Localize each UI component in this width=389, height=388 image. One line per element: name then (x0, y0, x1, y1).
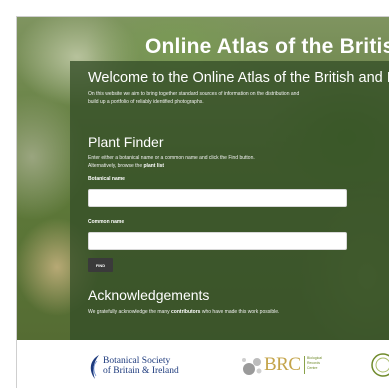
bsbi-name: Botanical Society of Britain & Ireland (103, 356, 179, 376)
welcome-intro-line-2: build up a portfolio of reliably identif… (88, 98, 204, 105)
browser-viewport: Online Atlas of the British Welcome to t… (16, 16, 389, 388)
botanical-name-label: Botanical name (88, 176, 125, 182)
bsbi-logo-link[interactable]: Botanical Society of Britain & Ireland (87, 354, 211, 384)
footer: Botanical Society of Britain & Ireland BR… (17, 340, 389, 388)
site-title: Online Atlas of the British (145, 35, 389, 58)
page-frame: Online Atlas of the British Welcome to t… (0, 0, 389, 388)
find-button[interactable]: FIND (88, 258, 113, 272)
acknowledgements-text: We gratefully acknowledge the many contr… (88, 309, 279, 315)
content-panel-inner: Welcome to the Online Atlas of the Briti… (88, 69, 389, 315)
acknowledgements-heading: Acknowledgements (88, 287, 210, 303)
plant-finder-hint-prefix: Alternatively, browse the (88, 162, 144, 169)
common-name-label: Common name (88, 219, 125, 225)
acknowledgements-prefix: We gratefully acknowledge the many (88, 309, 172, 315)
plant-finder-hint: Enter either a botanical name or a commo… (88, 155, 255, 170)
plant-finder-hint-line-1: Enter either a botanical name or a commo… (88, 155, 255, 161)
welcome-intro-line-1: On this website we aim to bring together… (88, 91, 300, 97)
brc-divider (304, 356, 305, 374)
welcome-intro: On this website we aim to bring together… (88, 91, 389, 106)
content-panel: Welcome to the Online Atlas of the Briti… (70, 61, 389, 344)
brc-subtitle: Biological Records Centre (307, 356, 322, 370)
botanical-name-input[interactable] (88, 189, 347, 207)
welcome-heading: Welcome to the Online Atlas of the Briti… (88, 70, 389, 86)
plant-list-link[interactable]: plant list (144, 163, 165, 169)
hero-background: Online Atlas of the British Welcome to t… (17, 17, 389, 344)
brc-logo-link[interactable]: BRC Biological Records Centre (240, 351, 330, 383)
bsbi-name-line-2: of Britain & Ireland (103, 366, 179, 376)
brc-dots-icon (242, 358, 262, 375)
partner-logo-icon[interactable] (370, 352, 389, 378)
bsbi-swoosh-icon (90, 355, 99, 379)
acknowledgements-suffix: who have made this work possible. (200, 309, 280, 315)
contributors-link[interactable]: contributors (171, 309, 200, 315)
common-name-input[interactable] (88, 232, 347, 250)
plant-finder-heading: Plant Finder (88, 134, 164, 150)
bsbi-name-line-1: Botanical Society (103, 356, 171, 366)
brc-mark: BRC (264, 354, 301, 375)
